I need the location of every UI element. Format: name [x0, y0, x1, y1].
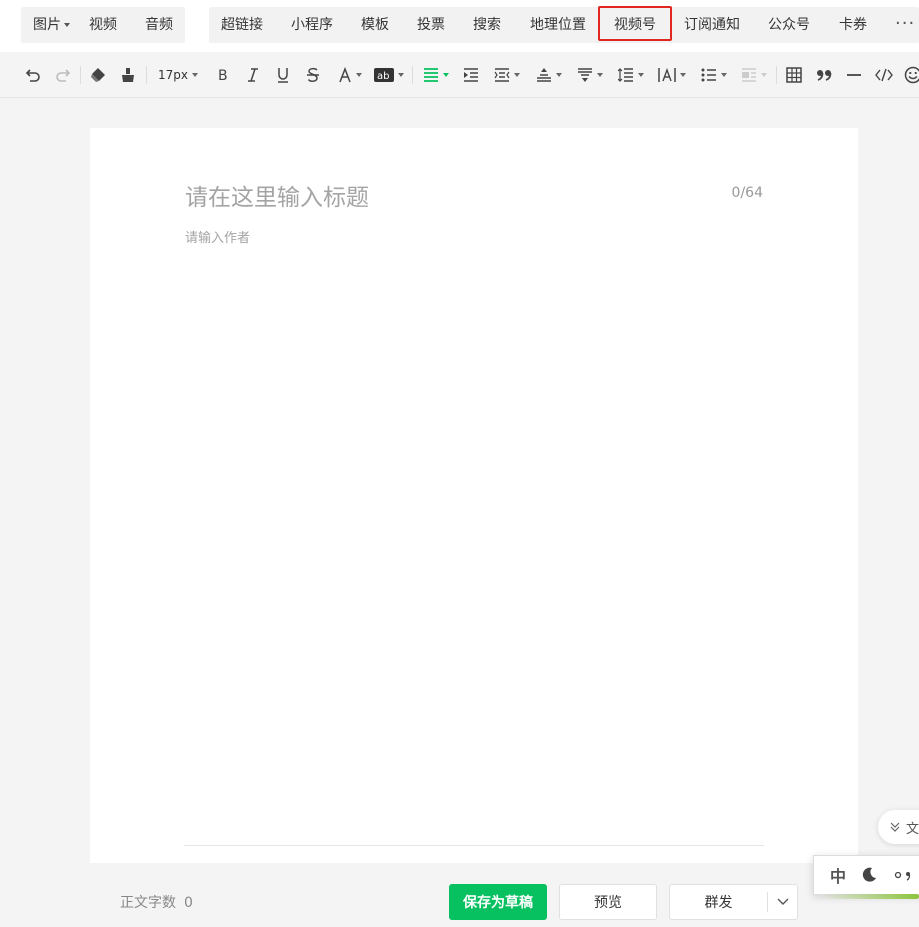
ime-language: 中 — [830, 867, 847, 886]
letter-spacing-icon[interactable] — [655, 52, 689, 98]
content-editor[interactable] — [185, 258, 763, 838]
bold-icon[interactable]: B — [212, 52, 234, 98]
insert-audio-button[interactable]: 音频 — [145, 7, 173, 43]
chevron-down-icon — [64, 23, 70, 27]
paragraph-spacing-before-icon[interactable] — [532, 52, 566, 98]
insert-video-label: 视频 — [89, 17, 117, 33]
word-count-label: 正文字数 — [120, 895, 176, 911]
undo-icon[interactable] — [22, 52, 44, 98]
moon-icon — [862, 867, 877, 882]
first-line-indent-icon[interactable] — [490, 52, 524, 98]
more-dots-icon[interactable]: ··· — [895, 14, 915, 34]
floating-doc-label: 文 — [906, 821, 919, 837]
ime-toolbar[interactable]: 中 — [813, 855, 919, 895]
toolbar-divider — [776, 66, 777, 84]
insert-location-button[interactable]: 地理位置 — [530, 7, 586, 43]
paragraph-spacing-after-icon[interactable] — [573, 52, 607, 98]
underline-icon[interactable] — [272, 52, 294, 98]
chevron-down-icon — [356, 73, 362, 77]
font-size-select[interactable]: 17px — [153, 52, 203, 98]
background-color-icon[interactable]: ab — [372, 52, 406, 98]
word-count-value: 0 — [184, 895, 193, 911]
italic-icon[interactable] — [242, 52, 264, 98]
quote-icon[interactable] — [813, 52, 835, 98]
publish-label: 群发 — [704, 895, 733, 911]
insert-hyperlink-button[interactable]: 超链接 — [221, 7, 263, 43]
align-icon[interactable] — [419, 52, 453, 98]
toolbar-divider — [412, 66, 413, 84]
table-icon[interactable] — [783, 52, 805, 98]
insert-channels-button[interactable]: 视频号 — [614, 7, 656, 43]
punctuation-icon — [894, 871, 911, 881]
author-input[interactable]: 请输入作者 — [185, 227, 250, 246]
chevron-down-icon[interactable] — [768, 898, 797, 906]
floating-doc-button[interactable]: 文 — [878, 810, 919, 844]
word-count: 正文字数 0 — [120, 892, 201, 912]
insert-toolbar: 图片 视频 音频 超链接 小程序 模板 投票 搜索 地理位置 视频号 订阅通知 … — [0, 0, 919, 52]
insert-coupon-button[interactable]: 卡券 — [839, 7, 867, 43]
font-color-icon[interactable] — [334, 52, 366, 98]
insert-miniprogram-button[interactable]: 小程序 — [291, 7, 333, 43]
line-height-icon[interactable] — [614, 52, 648, 98]
chevron-down-icon — [398, 73, 404, 77]
insert-search-button[interactable]: 搜索 — [473, 7, 501, 43]
chevron-down-icon — [597, 73, 603, 77]
insert-video-button[interactable]: 视频 — [89, 7, 117, 43]
chevron-down-icon — [192, 73, 198, 77]
svg-text:ab: ab — [377, 71, 389, 82]
content-divider — [184, 845, 764, 846]
strikethrough-icon[interactable] — [302, 52, 324, 98]
list-icon[interactable] — [697, 52, 731, 98]
preview-button[interactable]: 预览 — [559, 884, 657, 920]
chevron-down-icon — [761, 73, 767, 77]
toolbar-divider — [80, 66, 81, 84]
save-draft-button[interactable]: 保存为草稿 — [449, 884, 547, 920]
insert-subscribe-notice-button[interactable]: 订阅通知 — [684, 7, 740, 43]
insert-group-media: 图片 视频 音频 — [21, 7, 185, 43]
chevron-down-icon — [721, 73, 727, 77]
insert-audio-label: 音频 — [145, 17, 173, 33]
insert-vote-button[interactable]: 投票 — [417, 7, 445, 43]
indent-icon[interactable] — [460, 52, 482, 98]
chevron-down-icon — [638, 73, 644, 77]
format-toolbar: 17px B ab — [0, 52, 919, 98]
format-painter-icon[interactable] — [87, 52, 109, 98]
svg-text:B: B — [218, 68, 228, 83]
publish-button[interactable]: 群发 — [669, 884, 798, 920]
double-chevron-down-icon — [890, 822, 900, 832]
insert-template-button[interactable]: 模板 — [361, 7, 389, 43]
image-float-icon[interactable] — [737, 52, 771, 98]
editor-card: 请在这里输入标题 0/64 请输入作者 — [90, 128, 858, 863]
redo-icon[interactable] — [52, 52, 74, 98]
ime-accent-bar — [822, 894, 919, 899]
insert-group-features: 超链接 小程序 模板 投票 搜索 地理位置 视频号 订阅通知 公众号 卡券 — [209, 7, 919, 43]
chevron-down-icon — [556, 73, 562, 77]
code-icon[interactable] — [873, 52, 895, 98]
toolbar-divider — [146, 66, 147, 84]
chevron-down-icon — [680, 73, 686, 77]
insert-official-account-button[interactable]: 公众号 — [768, 7, 810, 43]
title-input[interactable]: 请在这里输入标题 — [185, 178, 369, 212]
insert-image-label: 图片 — [33, 17, 61, 33]
clear-format-icon[interactable] — [117, 52, 139, 98]
title-char-count: 0/64 — [731, 185, 763, 201]
chevron-down-icon — [514, 73, 520, 77]
divider-icon[interactable] — [843, 52, 865, 98]
footer-bar: 正文字数 0 保存为草稿 预览 群发 — [90, 863, 858, 927]
insert-image-button[interactable]: 图片 — [33, 7, 70, 43]
font-size-value: 17px — [158, 68, 188, 82]
chevron-down-icon — [443, 73, 449, 77]
emoji-icon[interactable] — [902, 52, 919, 98]
